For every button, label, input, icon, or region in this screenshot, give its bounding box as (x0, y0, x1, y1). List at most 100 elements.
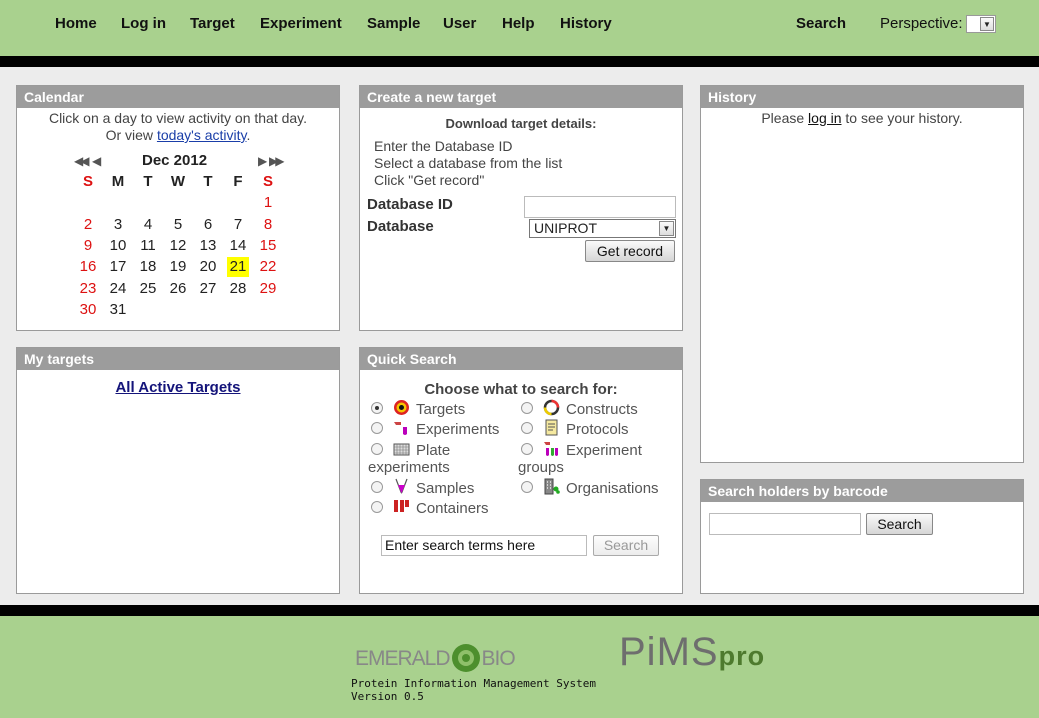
barcode-input[interactable] (709, 513, 861, 535)
calendar-day[interactable]: 16 (73, 257, 103, 277)
system-name: Protein Information Management System (351, 677, 597, 690)
nav-experiment[interactable]: Experiment (260, 15, 342, 32)
calendar-day[interactable]: 3 (103, 215, 133, 235)
perspective-select[interactable]: ▼ (966, 15, 996, 33)
calendar-day[interactable]: 19 (163, 257, 193, 277)
calendar-intro-suffix: . (246, 127, 251, 143)
nav-sample[interactable]: Sample (367, 15, 420, 32)
radio-organisations[interactable] (521, 481, 533, 493)
calendar-day[interactable]: 26 (163, 279, 193, 299)
barcode-search-button[interactable]: Search (866, 513, 933, 535)
calendar-day[interactable]: 14 (223, 236, 253, 256)
nav-home[interactable]: Home (55, 15, 97, 32)
quick-search-button[interactable]: Search (593, 535, 659, 556)
calendar-day[interactable]: 15 (253, 236, 283, 256)
weekday-header: F (233, 173, 243, 190)
next-year-icon[interactable]: ▶▶ (269, 154, 285, 168)
footer-divider (0, 605, 1039, 616)
option-containers-label: Containers (416, 500, 489, 517)
calendar-intro-line1: Click on a day to view activity on that … (48, 110, 308, 126)
construct-icon (543, 399, 560, 416)
radio-constructs[interactable] (521, 402, 533, 414)
calendar-intro: Click on a day to view activity on that … (17, 110, 339, 144)
experiment-groups-icon (544, 442, 558, 456)
calendar-intro-line2: Or view today's activity. (17, 127, 339, 144)
history-panel: History Please log in to see your histor… (700, 85, 1024, 463)
create-target-title: Create a new target (360, 86, 682, 108)
nav-help[interactable]: Help (502, 15, 535, 32)
calendar-day[interactable]: 31 (103, 300, 133, 320)
next-month-icon[interactable]: ▶ (258, 154, 267, 168)
radio-experiments[interactable] (371, 422, 383, 434)
calendar-day[interactable]: 23 (73, 279, 103, 299)
sample-tube-icon (395, 478, 408, 494)
calendar-day[interactable]: 30 (73, 300, 103, 320)
radio-protocols[interactable] (521, 422, 533, 434)
containers-icon (394, 500, 409, 512)
calendar-day[interactable]: 29 (253, 279, 283, 299)
calendar-day-today[interactable]: 21 (227, 257, 249, 278)
chevron-down-icon: ▼ (980, 17, 994, 31)
todays-activity-link[interactable]: today's activity (157, 127, 247, 143)
target-icon (394, 400, 409, 415)
calendar-day[interactable]: 24 (103, 279, 133, 299)
radio-targets[interactable] (371, 402, 383, 414)
weekday-header: T (143, 173, 153, 190)
calendar-day[interactable]: 28 (223, 279, 253, 299)
organisation-building-icon (544, 478, 560, 495)
calendar-day[interactable]: 12 (163, 236, 193, 256)
radio-containers[interactable] (371, 501, 383, 513)
emerald-gem-icon (451, 644, 480, 672)
option-plate-label-2: experiments (368, 459, 450, 476)
calendar-day[interactable]: 6 (193, 215, 223, 235)
calendar-day[interactable]: 17 (103, 257, 133, 277)
calendar-day[interactable]: 9 (73, 236, 103, 256)
radio-experiment-groups[interactable] (521, 443, 533, 455)
calendar-panel: Calendar Click on a day to view activity… (16, 85, 340, 331)
calendar-day[interactable]: 20 (193, 257, 223, 277)
option-constructs-label: Constructs (566, 401, 638, 418)
calendar-day[interactable]: 18 (133, 257, 163, 277)
calendar-day[interactable]: 27 (193, 279, 223, 299)
calendar-day[interactable]: 11 (133, 236, 163, 256)
option-targets-label: Targets (416, 401, 466, 418)
calendar-day[interactable]: 10 (103, 236, 133, 256)
my-targets-panel: My targets All Active Targets (16, 347, 340, 594)
weekday-header: T (203, 173, 213, 190)
create-target-panel: Create a new target Download target deta… (359, 85, 683, 331)
calendar-day[interactable]: 13 (193, 236, 223, 256)
history-log-in-link[interactable]: log in (808, 110, 841, 126)
radio-plate-experiments[interactable] (371, 443, 383, 455)
instruction-line: Enter the Database ID (374, 138, 513, 154)
nav-target[interactable]: Target (190, 15, 235, 32)
get-record-button[interactable]: Get record (585, 240, 675, 262)
calendar-day[interactable]: 25 (133, 279, 163, 299)
prev-year-icon[interactable]: ◀◀ (74, 154, 90, 168)
all-active-targets-link[interactable]: All Active Targets (17, 379, 339, 396)
nav-user[interactable]: User (443, 15, 476, 32)
prev-month-icon[interactable]: ◀ (92, 154, 101, 168)
database-id-input[interactable] (524, 196, 676, 218)
database-select[interactable]: UNIPROT ▼ (529, 219, 676, 238)
calendar-day[interactable]: 5 (163, 215, 193, 235)
history-suffix: to see your history. (845, 110, 963, 126)
quick-search-input[interactable]: Enter search terms here (381, 535, 587, 556)
version-text: Version 0.5 (351, 690, 424, 703)
calendar-day[interactable]: 22 (253, 257, 283, 277)
calendar-day[interactable]: 1 (253, 193, 283, 213)
calendar-title: Calendar (17, 86, 339, 108)
nav-history[interactable]: History (560, 15, 612, 32)
nav-search[interactable]: Search (796, 15, 846, 32)
my-targets-title: My targets (17, 348, 339, 370)
database-id-label: Database ID (367, 196, 453, 213)
option-plate-label: Plate (416, 442, 451, 459)
calendar-day[interactable]: 8 (253, 215, 283, 235)
option-experiments-label: Experiments (416, 421, 500, 438)
radio-samples[interactable] (371, 481, 383, 493)
calendar-day[interactable]: 7 (223, 215, 253, 235)
nav-log-in[interactable]: Log in (121, 15, 166, 32)
calendar-day[interactable]: 4 (133, 215, 163, 235)
top-navigation-bar: Home Log in Target Experiment Sample Use… (0, 0, 1039, 56)
history-prefix: Please (761, 110, 805, 126)
calendar-day[interactable]: 2 (73, 215, 103, 235)
